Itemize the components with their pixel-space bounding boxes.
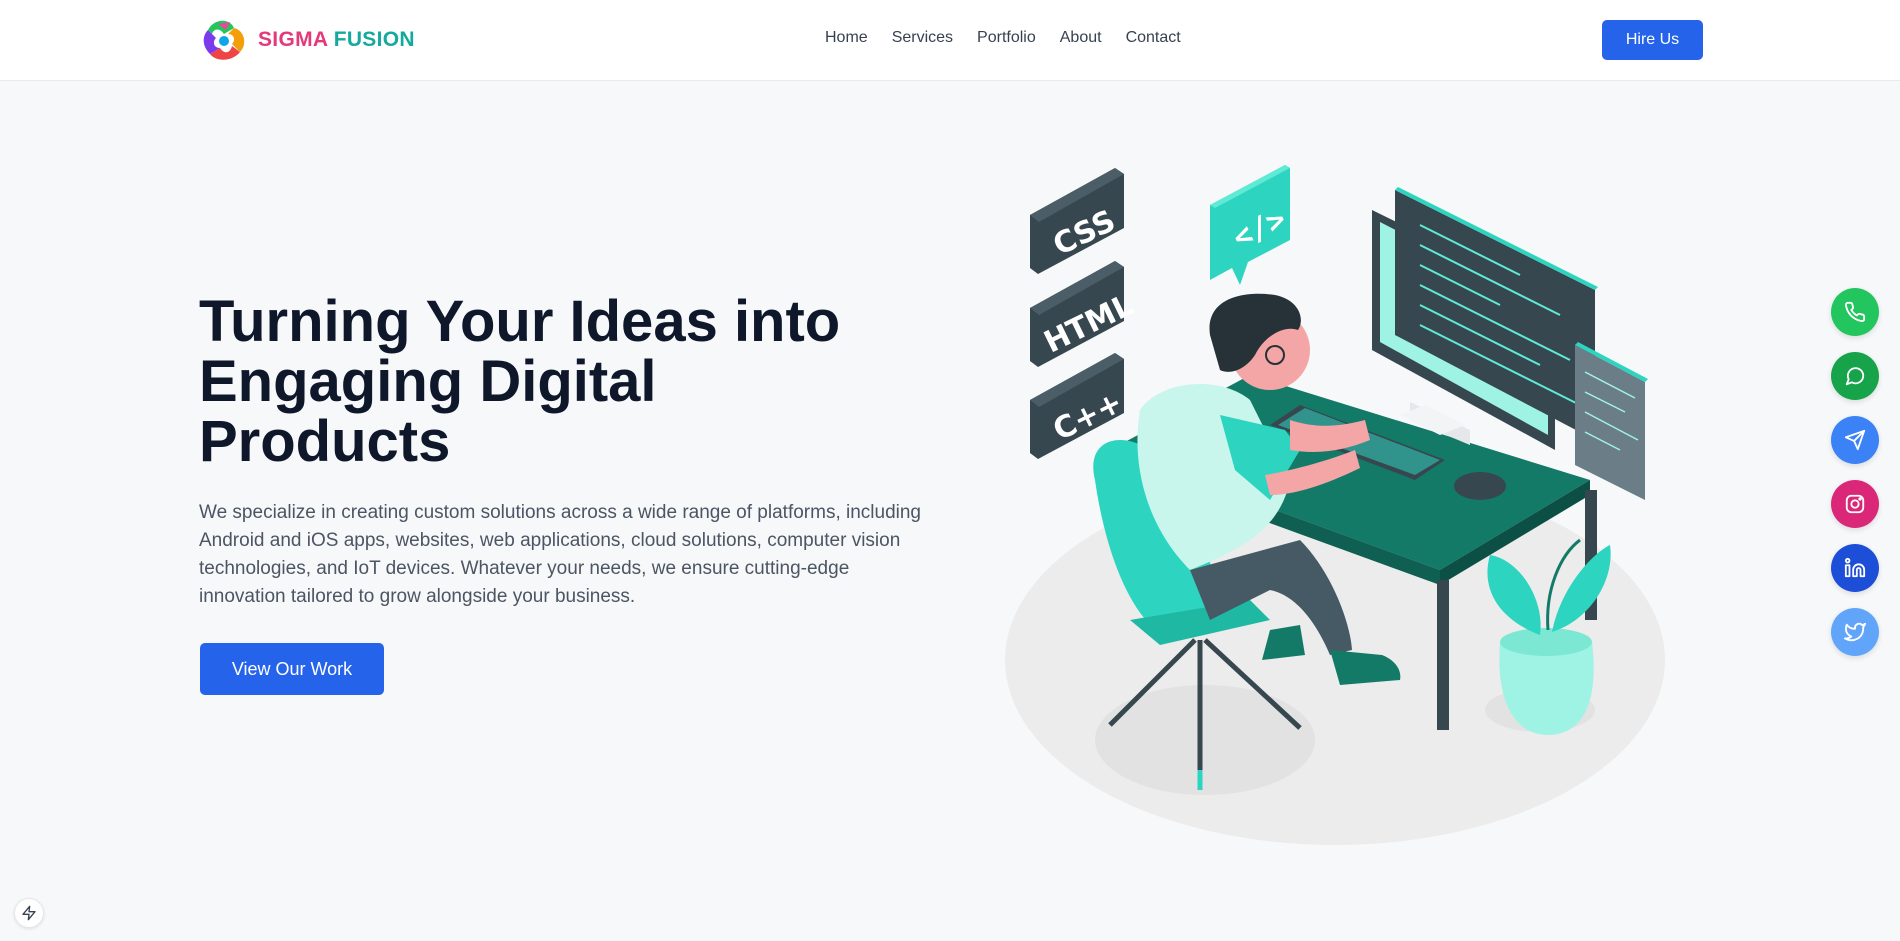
- hero-description: We specialize in creating custom solutio…: [199, 502, 921, 607]
- send-icon: [1844, 429, 1866, 451]
- lightning-bolt-icon: [22, 905, 36, 921]
- main-nav: Home Services Portfolio About Contact: [825, 29, 1181, 47]
- instagram-icon: [1845, 494, 1865, 514]
- css-block: CSS: [1030, 168, 1124, 274]
- monitor: [1372, 187, 1598, 450]
- site-header: SIGMA FUSION Home Services Portfolio Abo…: [0, 0, 1900, 81]
- brand-name-sigma: SIGMA: [258, 28, 328, 51]
- nav-home[interactable]: Home: [825, 29, 868, 47]
- mouse: [1454, 472, 1506, 500]
- hero-title: Turning Your Ideas into Engaging Digital…: [199, 289, 841, 474]
- instagram-button[interactable]: [1831, 480, 1879, 528]
- linkedin-icon: [1844, 557, 1866, 578]
- chat-icon: [1845, 367, 1865, 386]
- chair-shadow: [1095, 685, 1315, 795]
- whatsapp-button[interactable]: [1831, 352, 1879, 400]
- code-bubble: </>: [1210, 165, 1292, 285]
- sigma-fusion-logo-icon: [203, 20, 245, 60]
- nav-services[interactable]: Services: [892, 29, 953, 47]
- linkedin-button[interactable]: [1831, 544, 1879, 592]
- view-our-work-button[interactable]: View Our Work: [200, 643, 384, 695]
- nav-about[interactable]: About: [1060, 29, 1102, 47]
- twitter-icon: [1844, 622, 1866, 642]
- phone-icon: [1845, 301, 1866, 322]
- nav-contact[interactable]: Contact: [1126, 29, 1181, 47]
- nav-portfolio[interactable]: Portfolio: [977, 29, 1036, 47]
- html-block: HTML: [1030, 261, 1139, 367]
- brand-name-fusion: FUSION: [327, 28, 415, 51]
- hire-us-button[interactable]: Hire Us: [1602, 20, 1703, 60]
- bolt-badge[interactable]: [14, 898, 44, 928]
- side-screen: [1575, 342, 1648, 500]
- phone-button[interactable]: [1831, 288, 1879, 336]
- developer-illustration: CSS HTML C++ </>: [1005, 165, 1665, 845]
- twitter-button[interactable]: [1831, 608, 1879, 656]
- brand-logo[interactable]: SIGMA FUSION: [200, 16, 415, 64]
- telegram-button[interactable]: [1831, 416, 1879, 464]
- brand-name: SIGMA FUSION: [258, 28, 415, 52]
